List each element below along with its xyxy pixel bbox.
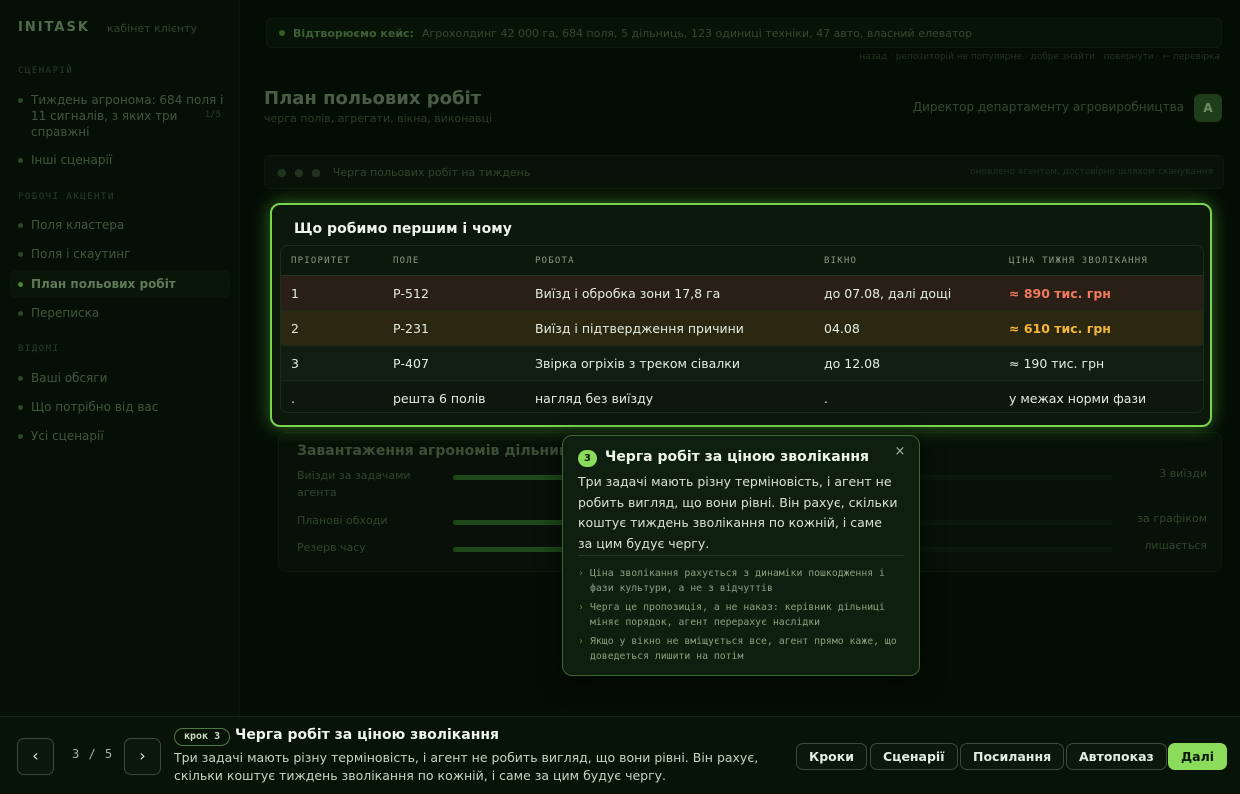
tooltip-step-number: 3	[578, 450, 597, 467]
step-badge: крок 3	[174, 728, 231, 746]
cell-priority: 1	[291, 286, 299, 301]
table-row[interactable]: . решта 6 полів нагляд без виїзду . у ме…	[281, 381, 1203, 412]
cell-priority: .	[291, 391, 295, 406]
tooltip-note: › Ціна зволікання рахується з динаміки по…	[578, 566, 908, 596]
column-header-window: ВІКНО	[824, 256, 858, 266]
table-row[interactable]: 2 Р-231 Виїзд і підтвердження причини 04…	[281, 311, 1203, 346]
cell-window: 04.08	[824, 321, 860, 336]
cell-work: Виїзд і підтвердження причини	[535, 321, 744, 336]
cell-priority: 2	[291, 321, 299, 336]
tooltip-divider	[578, 555, 904, 556]
tooltip-title: Черга робіт за ціною зволікання	[605, 449, 870, 465]
column-header-work: РОБОТА	[535, 256, 575, 266]
autoplay-button[interactable]: Автопоказ	[1066, 743, 1167, 770]
steps-button[interactable]: Кроки	[796, 743, 867, 770]
chevron-right-icon: ›	[578, 568, 584, 579]
cell-field: Р-407	[393, 356, 429, 371]
close-icon[interactable]: ×	[891, 443, 909, 461]
tooltip-notes: › Ціна зволікання рахується з динаміки по…	[578, 566, 908, 668]
cell-field: решта 6 полів	[393, 391, 486, 406]
column-header-priority: ПРІОРИТЕТ	[291, 256, 351, 266]
priority-card: Що робимо першим і чому ПРІОРИТЕТ ПОЛЕ Р…	[270, 203, 1212, 427]
next-button[interactable]: Далі	[1168, 743, 1228, 770]
next-step-arrow-button[interactable]: ›	[124, 738, 161, 775]
priority-table: ПРІОРИТЕТ ПОЛЕ РОБОТА ВІКНО ЦІНА ТИЖНЯ З…	[280, 245, 1204, 413]
guide-tooltip: 3 Черга робіт за ціною зволікання × Три …	[562, 435, 920, 676]
tour-bottom-bar: ‹ 3 / 5 › крок 3 Черга робіт за ціною зв…	[0, 716, 1240, 794]
chevron-right-icon: ›	[578, 636, 584, 647]
prev-step-button[interactable]: ‹	[17, 738, 54, 775]
column-header-cost: ЦІНА ТИЖНЯ ЗВОЛІКАННЯ	[1009, 256, 1148, 266]
cell-cost: ≈ 890 тис. грн	[1009, 286, 1111, 301]
cell-window: до 07.08, далі дощі	[824, 286, 952, 301]
cell-cost: ≈ 610 тис. грн	[1009, 321, 1111, 336]
step-title: Черга робіт за ціною зволікання	[235, 727, 500, 743]
cell-window: до 12.08	[824, 356, 881, 371]
tooltip-note-text: Ціна зволікання рахується з динаміки пош…	[590, 568, 885, 594]
column-header-field: ПОЛЕ	[393, 256, 420, 266]
scenarios-button[interactable]: Сценарії	[870, 743, 958, 770]
cell-window: .	[824, 391, 828, 406]
cell-cost: ≈ 190 тис. грн	[1009, 356, 1105, 371]
table-row[interactable]: 3 Р-407 Звірка огріхів з треком сівалки …	[281, 346, 1203, 381]
step-description: Три задачі мають різну терміновість, і а…	[174, 750, 759, 783]
step-counter: 3 / 5	[72, 747, 114, 761]
tooltip-note-text: Якщо у вікно не вміщується все, агент пр…	[590, 636, 897, 662]
cell-work: Виїзд і обробка зони 17,8 га	[535, 286, 721, 301]
tooltip-note: › Черга це пропозиція, а не наказ: керівн…	[578, 600, 908, 630]
tooltip-body: Три задачі мають різну терміновість, і а…	[578, 474, 898, 551]
tooltip-note-text: Черга це пропозиція, а не наказ: керівни…	[590, 602, 885, 628]
table-row[interactable]: 1 Р-512 Виїзд і обробка зони 17,8 га до …	[281, 276, 1203, 311]
cell-field: Р-231	[393, 321, 429, 336]
cell-cost: у межах норми фази	[1009, 391, 1147, 406]
cell-work: нагляд без виїзду	[535, 391, 654, 406]
chevron-right-icon: ›	[578, 602, 584, 613]
tooltip-note: › Якщо у вікно не вміщується все, агент п…	[578, 634, 908, 664]
cell-work: Звірка огріхів з треком сівалки	[535, 356, 740, 371]
priority-card-title: Що робимо першим і чому	[294, 221, 512, 237]
table-header: ПРІОРИТЕТ ПОЛЕ РОБОТА ВІКНО ЦІНА ТИЖНЯ З…	[281, 246, 1203, 276]
cell-field: Р-512	[393, 286, 429, 301]
links-button[interactable]: Посилання	[960, 743, 1065, 770]
cell-priority: 3	[291, 356, 299, 371]
